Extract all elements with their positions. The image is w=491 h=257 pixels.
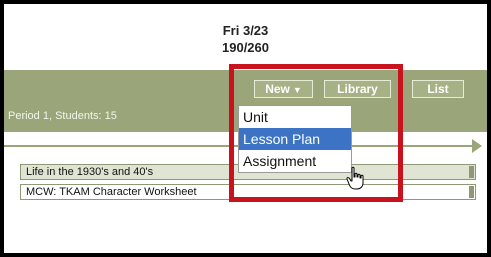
- hand-cursor-icon: [346, 166, 364, 190]
- day-date: Fri 3/23: [222, 23, 269, 38]
- period-label: Period 1, Students: 15: [8, 110, 117, 122]
- new-dropdown-menu: Unit Lesson Plan Assignment: [238, 105, 352, 173]
- timeline-arrow-icon: [472, 139, 482, 153]
- lesson-end-marker: [469, 186, 474, 198]
- new-button[interactable]: New ▼: [254, 80, 313, 98]
- menu-item-lesson-plan[interactable]: Lesson Plan: [239, 128, 351, 150]
- day-header: Fri 3/23 190/260: [4, 22, 487, 56]
- lesson-title: MCW: TKAM Character Worksheet: [26, 186, 197, 198]
- list-button[interactable]: List: [412, 80, 464, 98]
- lesson-end-marker: [469, 166, 474, 178]
- menu-item-assignment[interactable]: Assignment: [239, 150, 351, 172]
- menu-item-unit[interactable]: Unit: [239, 106, 351, 128]
- lesson-item[interactable]: MCW: TKAM Character Worksheet: [20, 184, 476, 200]
- lesson-title: Life in the 1930's and 40's: [26, 166, 154, 178]
- caret-down-icon: ▼: [292, 85, 302, 95]
- day-count: 190/260: [222, 40, 269, 55]
- library-button[interactable]: Library: [324, 80, 391, 98]
- new-button-label: New: [265, 82, 290, 96]
